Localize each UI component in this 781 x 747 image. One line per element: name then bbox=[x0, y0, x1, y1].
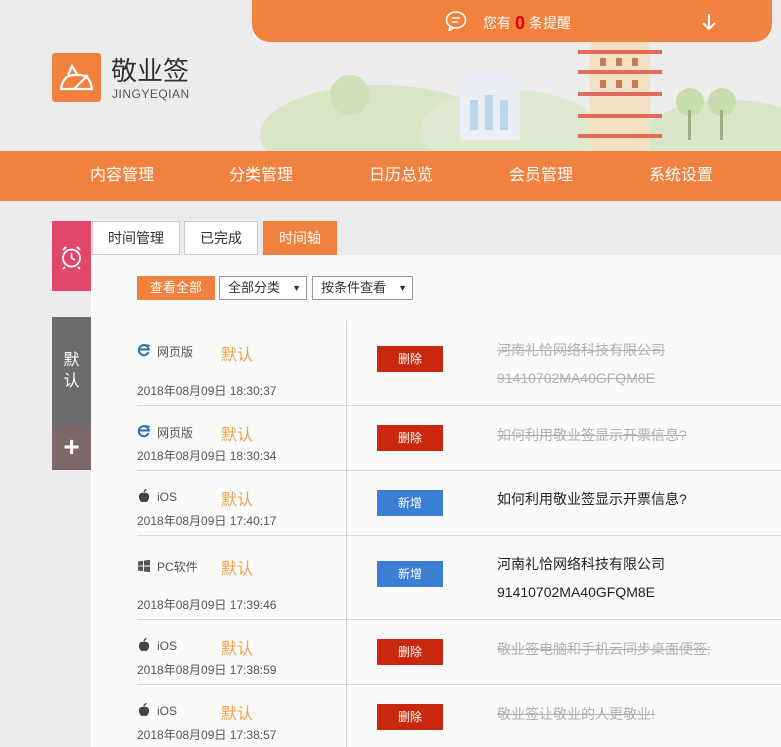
timeline-row: iOS 默认 2018年08月09日 17:40:17 新增 如何利用敬业签显示… bbox=[137, 471, 781, 536]
header: 您有 0 条提醒 敬业签 JINGYEQIAN bbox=[0, 0, 781, 151]
chat-bubble-icon bbox=[445, 11, 467, 31]
category-label: 默认 bbox=[221, 347, 254, 364]
main-nav: 内容管理 分类管理 日历总览 会员管理 系统设置 bbox=[0, 151, 781, 201]
timeline-row: 网页版 默认 2018年08月09日 18:30:34 删除 如何利用敬业签显示… bbox=[137, 406, 781, 471]
delete-badge[interactable]: 删除 bbox=[377, 425, 443, 451]
timestamp: 2018年08月09日 17:40:17 bbox=[137, 514, 277, 528]
sidebar-default-label-2: 认 bbox=[63, 373, 80, 390]
platform-label: iOS bbox=[137, 703, 177, 718]
timestamp: 2018年08月09日 18:30:37 bbox=[137, 384, 277, 398]
platform-name: 网页版 bbox=[157, 426, 194, 440]
ie-icon bbox=[137, 425, 151, 438]
condition-select[interactable]: 按条件查看 ▼ bbox=[312, 276, 413, 300]
condition-select-value: 按条件查看 bbox=[321, 280, 387, 295]
note-content-line1[interactable]: 敬业签让敬业的人更敬业! bbox=[497, 704, 655, 724]
header-illustration bbox=[260, 40, 781, 151]
platform-name: iOS bbox=[157, 490, 178, 504]
timeline-panel: 查看全部 全部分类 ▼ 按条件查看 ▼ 网页版 默认 2018年08月09日 18:… bbox=[91, 255, 781, 747]
brand-pinyin: JINGYEQIAN bbox=[112, 87, 190, 101]
add-badge[interactable]: 新增 bbox=[377, 490, 443, 516]
nav-member-management[interactable]: 会员管理 bbox=[509, 151, 573, 201]
ie-icon bbox=[137, 344, 151, 357]
category-label: 默认 bbox=[221, 641, 254, 658]
logo[interactable] bbox=[52, 53, 101, 102]
category-label: 默认 bbox=[221, 492, 254, 509]
timeline-row: iOS 默认 2018年08月09日 17:38:59 删除 敬业签电脑和手机云… bbox=[137, 620, 781, 685]
platform-label: iOS bbox=[137, 489, 177, 504]
note-content-line1[interactable]: 河南礼恰网络科技有限公司 bbox=[497, 340, 665, 360]
note-content-line1[interactable]: 如何利用敬业签显示开票信息? bbox=[497, 489, 687, 509]
apple-icon bbox=[138, 638, 150, 652]
add-badge[interactable]: 新增 bbox=[377, 561, 443, 587]
timestamp: 2018年08月09日 18:30:34 bbox=[137, 449, 277, 463]
apple-icon bbox=[138, 703, 150, 717]
platform-name: PC软件 bbox=[157, 560, 198, 574]
note-content-line2[interactable]: 91410702MA40GFQM8E bbox=[497, 370, 655, 386]
brand-name: 敬业签 bbox=[111, 56, 190, 86]
nav-category-management[interactable]: 分类管理 bbox=[229, 151, 293, 201]
platform-name: iOS bbox=[157, 639, 178, 653]
reminder-text: 您有 0 条提醒 bbox=[483, 12, 571, 33]
timeline-row: iOS 默认 2018年08月09日 17:38:57 删除 敬业签让敬业的人更… bbox=[137, 685, 781, 747]
category-select[interactable]: 全部分类 ▼ bbox=[219, 276, 307, 300]
note-content-line1[interactable]: 河南礼恰网络科技有限公司 bbox=[497, 554, 665, 574]
note-content-line2[interactable]: 91410702MA40GFQM8E bbox=[497, 584, 655, 600]
timestamp: 2018年08月09日 17:38:57 bbox=[137, 728, 277, 742]
timeline-row: 网页版 默认 2018年08月09日 18:30:37 删除 河南礼恰网络科技有… bbox=[137, 321, 781, 406]
reminder-prefix: 您有 bbox=[483, 15, 511, 31]
sidebar-alarm[interactable] bbox=[52, 221, 91, 291]
delete-badge[interactable]: 删除 bbox=[377, 639, 443, 665]
dropdown-arrow-icon: ▼ bbox=[292, 283, 301, 293]
apple-icon bbox=[138, 489, 150, 503]
platform-label: 网页版 bbox=[137, 343, 193, 360]
delete-badge[interactable]: 删除 bbox=[377, 346, 443, 372]
delete-badge[interactable]: 删除 bbox=[377, 704, 443, 730]
reminder-count: 0 bbox=[515, 13, 526, 33]
platform-name: 网页版 bbox=[157, 345, 194, 359]
platform-label: PC软件 bbox=[137, 558, 198, 575]
tab-time-management[interactable]: 时间管理 bbox=[92, 221, 180, 255]
platform-label: 网页版 bbox=[137, 424, 193, 441]
dropdown-arrow-icon: ▼ bbox=[398, 283, 407, 293]
reminder-suffix: 条提醒 bbox=[529, 15, 572, 31]
reminder-bar[interactable]: 您有 0 条提醒 bbox=[252, 0, 772, 42]
tab-timeline[interactable]: 时间轴 bbox=[263, 221, 337, 255]
platform-label: iOS bbox=[137, 638, 177, 653]
category-label: 默认 bbox=[221, 427, 254, 444]
nav-calendar-overview[interactable]: 日历总览 bbox=[369, 151, 433, 201]
nav-system-settings[interactable]: 系统设置 bbox=[649, 151, 713, 201]
sidebar-default-label-1: 默 bbox=[63, 352, 80, 369]
timestamp: 2018年08月09日 17:38:59 bbox=[137, 663, 277, 677]
add-category-button[interactable]: + bbox=[52, 426, 91, 470]
note-content-line1[interactable]: 如何利用敬业签显示开票信息? bbox=[497, 425, 687, 445]
tab-completed[interactable]: 已完成 bbox=[184, 221, 258, 255]
sidebar-default-category[interactable]: 默 认 bbox=[52, 317, 91, 426]
category-label: 默认 bbox=[221, 561, 254, 578]
timestamp: 2018年08月09日 17:39:46 bbox=[137, 598, 277, 612]
alarm-clock-icon bbox=[62, 246, 81, 270]
category-select-value: 全部分类 bbox=[228, 280, 281, 295]
platform-name: iOS bbox=[157, 704, 178, 718]
arrow-down-icon[interactable] bbox=[700, 12, 718, 32]
note-content-line1[interactable]: 敬业签电脑和手机云同步桌面便签; bbox=[497, 639, 711, 659]
category-label: 默认 bbox=[221, 706, 254, 723]
view-all-button[interactable]: 查看全部 bbox=[137, 276, 215, 300]
windows-icon bbox=[138, 559, 150, 573]
timeline-row: PC软件 默认 2018年08月09日 17:39:46 新增 河南礼恰网络科技… bbox=[137, 536, 781, 620]
nav-content-management[interactable]: 内容管理 bbox=[90, 151, 154, 201]
logo-icon bbox=[59, 63, 94, 91]
